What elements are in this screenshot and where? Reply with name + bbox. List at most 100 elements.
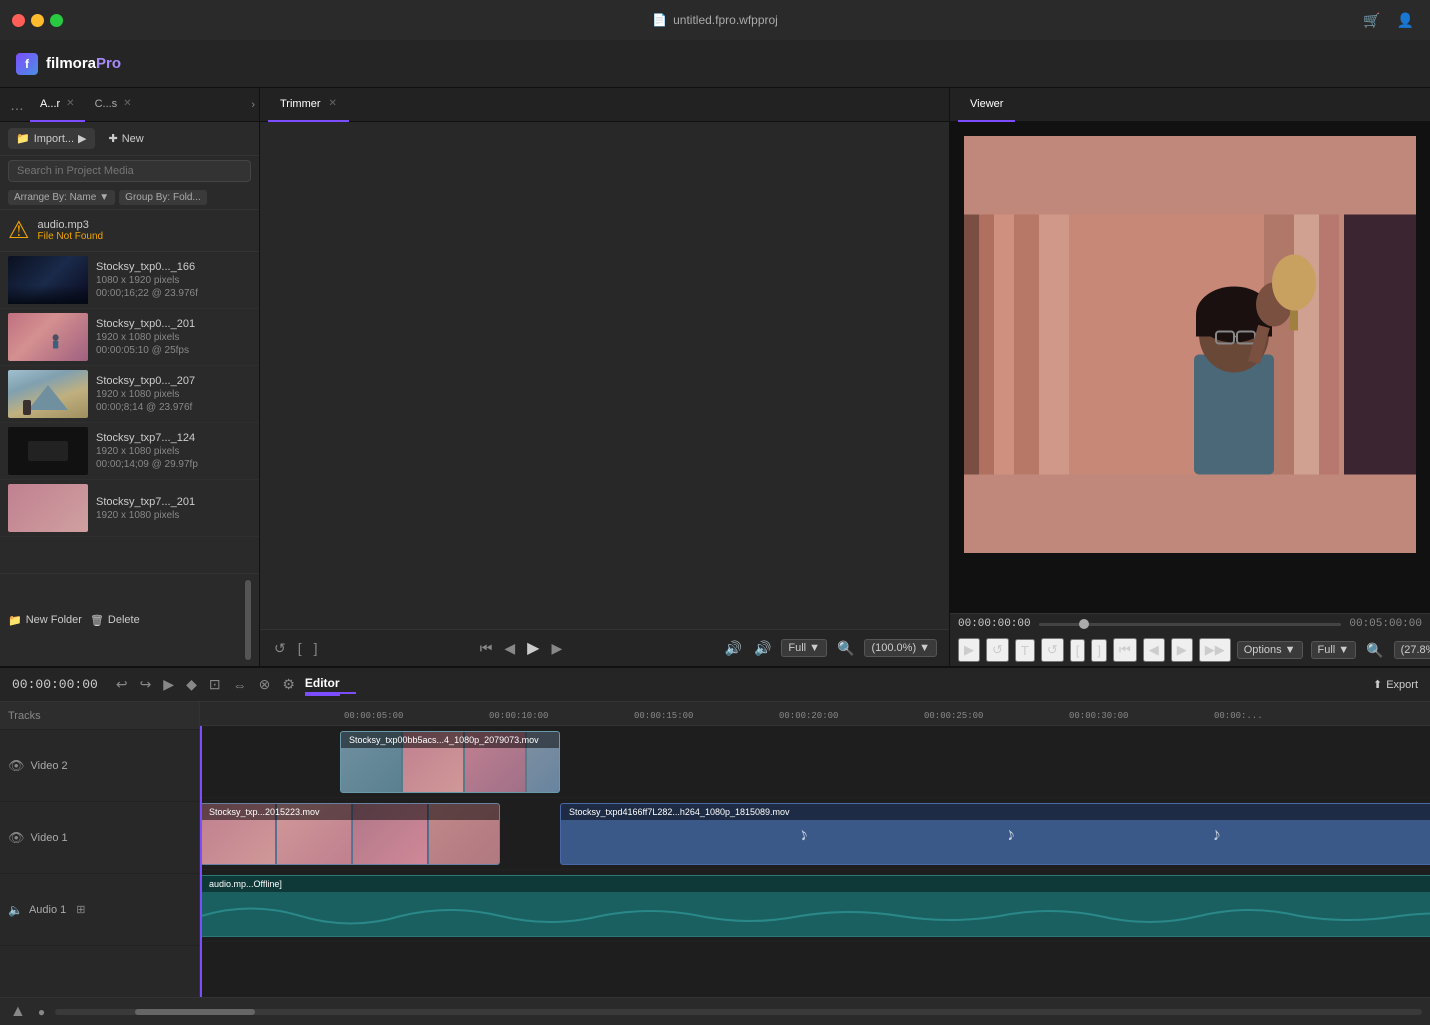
track-label-video1[interactable]: 👁 Video 1 <box>0 802 199 874</box>
slip-button[interactable]: ⇔ <box>231 675 249 695</box>
media-name: Stocksy_txp0..._201 <box>96 318 251 330</box>
list-item[interactable]: Stocksy_txp7..._201 1920 x 1080 pixels <box>0 480 259 537</box>
user-icon[interactable]: 👤 <box>1397 12 1414 29</box>
new-folder-button[interactable]: 📁 New Folder <box>8 614 82 627</box>
list-item[interactable]: Stocksy_txp0..._166 1080 x 1920 pixels 0… <box>0 252 259 309</box>
media-meta: 1920 x 1080 pixels <box>96 510 251 521</box>
video1-clip-1[interactable]: Stocksy_txp...2015223.mov <box>200 803 500 865</box>
audio-in-button[interactable]: 🔊 <box>723 638 744 659</box>
media-list: ⚠ audio.mp3 File Not Found Stocksy_txp0.… <box>0 210 259 573</box>
undo-button[interactable]: ↩ <box>114 674 130 695</box>
video2-clip[interactable]: Stocksy_txp00bb5acs...4_1080p_2079073.mo… <box>340 731 560 793</box>
main-layout: … A...r ✕ C...s ✕ › 📁 Import... ▶ <box>0 88 1430 1025</box>
viewer-play-button[interactable]: ▶ <box>958 638 980 662</box>
search-input[interactable] <box>8 160 251 182</box>
delete-button[interactable]: 🗑 Delete <box>90 614 140 627</box>
viewer-options-dropdown[interactable]: Options ▼ <box>1237 641 1303 659</box>
viewer-loop-button[interactable]: ↺ <box>986 638 1009 662</box>
maximize-button[interactable] <box>50 14 63 27</box>
blade-button[interactable]: ◆ <box>184 674 199 695</box>
app-logo: f filmoraPro <box>16 53 121 75</box>
time-slider-thumb[interactable] <box>1079 619 1089 629</box>
trimmer-tab[interactable]: Trimmer ✕ <box>268 88 349 122</box>
viewer-prev-button[interactable]: ⏮ <box>1113 638 1137 662</box>
eye-icon-v1[interactable]: 👁 <box>8 830 25 846</box>
editor-section: 00:00:00:00 ↩ ↪ ▶ ◆ ⊡ ⇔ ⊗ ⚙ Editor ⬆ Exp… <box>0 668 1430 1025</box>
track-row-audio1: audio.mp...Offline] <box>200 870 1430 942</box>
speaker-icon-a1[interactable]: 🔈 <box>8 903 23 917</box>
list-item[interactable]: Stocksy_txp7..._124 1920 x 1080 pixels 0… <box>0 423 259 480</box>
cart-icon[interactable]: 🛒 <box>1363 12 1380 29</box>
media-item-error[interactable]: ⚠ audio.mp3 File Not Found <box>0 210 259 252</box>
time-slider[interactable] <box>1039 623 1342 626</box>
playhead[interactable] <box>200 726 202 997</box>
viewer-loop2-button[interactable]: ↺ <box>1041 638 1064 662</box>
ruler-marks: 00:00:05:00 00:00:10:00 00:00:15:00 00:0… <box>200 711 1430 721</box>
audio1-clip[interactable]: audio.mp...Offline] <box>200 875 1430 937</box>
zoom-icon-trimmer[interactable]: 🔍 <box>835 638 856 659</box>
timeline-ruler: 00:00:05:00 00:00:10:00 00:00:15:00 00:0… <box>200 702 1430 726</box>
arrange-chevron: ▼ <box>99 192 109 203</box>
audio-out-button[interactable]: 🔊 <box>752 638 773 659</box>
viewer-step-back-button[interactable]: ◀ <box>1143 638 1165 662</box>
ruler-mark: 00:00:10:00 <box>485 711 630 721</box>
titlebar: 📄 untitled.fpro.wfpproj 🛒 👤 <box>0 0 1430 40</box>
list-item[interactable]: Stocksy_txp0..._201 1920 x 1080 pixels 0… <box>0 309 259 366</box>
export-button[interactable]: ⬆ Export <box>1373 678 1418 691</box>
mark-in-button[interactable]: [ <box>296 638 304 658</box>
prev-frame-button[interactable]: ⏮ <box>478 638 495 659</box>
audio-expand-icon[interactable]: ⊞ <box>76 903 85 916</box>
settings-button[interactable]: ⚙ <box>280 674 297 695</box>
link-button[interactable]: ⊗ <box>257 674 273 695</box>
import-button[interactable]: 📁 Import... ▶ <box>8 128 95 149</box>
video1-clip-2[interactable]: ♪ ♪ ♪ Stocksy_txpd4166ff7L282...h264_108… <box>560 803 1430 865</box>
tab-chevron[interactable]: › <box>251 99 255 111</box>
tracks-area[interactable]: 00:00:05:00 00:00:10:00 00:00:15:00 00:0… <box>200 702 1430 997</box>
play-button[interactable]: ▶ <box>525 636 541 660</box>
viewer-zoom-icon[interactable]: 🔍 <box>1364 640 1385 661</box>
magnet-button[interactable]: ⊡ <box>207 674 223 695</box>
group-by-button[interactable]: Group By: Fold... <box>119 190 207 205</box>
scrollbar-thumb[interactable] <box>135 1009 255 1015</box>
viewer-play2-button[interactable]: ▶ <box>1171 638 1193 662</box>
tab-assets[interactable]: A...r ✕ <box>30 88 85 122</box>
close-button[interactable] <box>12 14 25 27</box>
track-name-a1: Audio 1 <box>29 904 66 916</box>
viewer-mark-out-button[interactable]: ] <box>1091 639 1107 662</box>
viewer-step-forward-button[interactable]: ▶▶ <box>1199 638 1231 662</box>
trimmer-tab-close[interactable]: ✕ <box>329 98 337 109</box>
viewer-tab[interactable]: Viewer <box>958 88 1015 122</box>
step-forward-button[interactable]: ▶ <box>549 638 564 659</box>
horizontal-scrollbar[interactable] <box>55 1009 1422 1015</box>
arrange-by-button[interactable]: Arrange By: Name ▼ <box>8 190 115 205</box>
trimmer-transport: ⏮ ◀ ▶ ▶ <box>478 636 564 660</box>
list-item[interactable]: Stocksy_txp0..._207 1920 x 1080 pixels 0… <box>0 366 259 423</box>
viewer-text-button[interactable]: T <box>1015 639 1035 662</box>
editor-timecode: 00:00:00:00 <box>12 677 98 692</box>
zoom-out-button[interactable]: ▲ <box>8 1001 28 1023</box>
tab-color-close[interactable]: ✕ <box>123 98 131 109</box>
minimize-button[interactable] <box>31 14 44 27</box>
trimmer-quality: 🔊 🔊 Full ▼ 🔍 (100.0%) ▼ <box>723 638 937 659</box>
mark-out-button[interactable]: ] <box>312 638 320 658</box>
track-label-video2[interactable]: 👁 Video 2 <box>0 730 199 802</box>
titlebar-actions: 🛒 👤 <box>1363 12 1414 29</box>
loop-button[interactable]: ↺ <box>272 638 288 659</box>
editor-tools: ↩ ↪ ▶ ◆ ⊡ ⇔ ⊗ ⚙ <box>114 674 297 695</box>
marker-button[interactable]: ● <box>36 1003 47 1021</box>
tab-color[interactable]: C...s ✕ <box>85 88 142 122</box>
tab-overflow[interactable]: … <box>4 97 30 113</box>
tab-assets-close[interactable]: ✕ <box>66 98 74 109</box>
quality-dropdown[interactable]: Full ▼ <box>781 639 827 657</box>
track-label-audio1[interactable]: 🔈 Audio 1 ⊞ <box>0 874 199 946</box>
media-name: Stocksy_txp7..._201 <box>96 496 251 508</box>
eye-icon-v2[interactable]: 👁 <box>8 758 25 774</box>
viewer-mark-in-button[interactable]: [ <box>1070 639 1086 662</box>
step-back-button[interactable]: ◀ <box>502 638 517 659</box>
new-button[interactable]: ✚ New <box>101 128 152 149</box>
viewer-zoom-dropdown[interactable]: (27.8%) ▼ <box>1394 641 1430 659</box>
pointer-button[interactable]: ▶ <box>161 674 176 695</box>
zoom-dropdown[interactable]: (100.0%) ▼ <box>864 639 937 657</box>
redo-button[interactable]: ↪ <box>138 674 154 695</box>
viewer-quality-dropdown[interactable]: Full ▼ <box>1311 641 1357 659</box>
